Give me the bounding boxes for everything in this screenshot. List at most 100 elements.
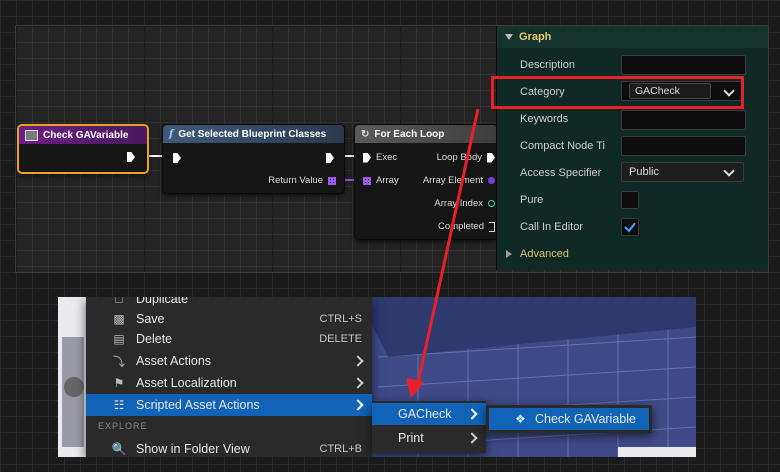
row-label: Call In Editor bbox=[520, 220, 583, 233]
pin-icon bbox=[488, 177, 495, 184]
shortcut-label: CTRL+B bbox=[319, 443, 363, 455]
submenu-item-check-gavariable[interactable]: ❖ Check GAVariable bbox=[489, 408, 649, 430]
asset-context-menu: □ Duplicate ▩ Save CTRL+S ▤ Delete DELET… bbox=[86, 297, 372, 457]
array-pin-icon bbox=[328, 176, 336, 185]
chevron-right-icon bbox=[352, 399, 364, 411]
pin-label: Loop Body bbox=[436, 152, 482, 163]
menu-item-asset-actions[interactable]: ⤵ Asset Actions bbox=[86, 350, 372, 372]
function-icon bbox=[25, 129, 38, 141]
menu-item-label: Asset Actions bbox=[136, 354, 212, 368]
script-icon: ☷ bbox=[113, 398, 125, 412]
scripted-actions-submenu: GACheck Print bbox=[372, 401, 486, 453]
pin-icon bbox=[488, 200, 495, 207]
folder-search-icon: 🔍 bbox=[111, 442, 127, 456]
save-icon: ▩ bbox=[113, 312, 125, 326]
node-header: ↻ For Each Loop bbox=[355, 125, 497, 143]
compact-node-title-field[interactable] bbox=[621, 136, 746, 156]
pure-row: Pure bbox=[497, 186, 768, 213]
keywords-field[interactable] bbox=[621, 110, 746, 130]
node-title: Get Selected Blueprint Classes bbox=[178, 128, 327, 140]
exec-out-pin[interactable] bbox=[127, 152, 135, 162]
dropdown-value: Public bbox=[629, 166, 659, 178]
compact-node-title-row: Compact Node Ti bbox=[497, 132, 768, 159]
menu-item-label: Scripted Asset Actions bbox=[136, 398, 260, 412]
loop-body-pin[interactable]: Loop Body bbox=[437, 152, 495, 163]
return-value-pin[interactable]: Return Value bbox=[268, 175, 336, 186]
menu-item-label: Save bbox=[136, 312, 165, 326]
row-label: Keywords bbox=[520, 112, 569, 125]
pin-label: Completed bbox=[438, 221, 484, 232]
menu-item-delete[interactable]: ▤ Delete DELETE bbox=[86, 328, 372, 350]
node-title: For Each Loop bbox=[374, 128, 445, 140]
row-label: Description bbox=[520, 58, 576, 71]
call-in-editor-row: Call In Editor bbox=[497, 213, 768, 240]
shortcut-label: CTRL+S bbox=[319, 313, 363, 325]
keywords-row: Keywords bbox=[497, 105, 768, 132]
duplicate-icon: □ bbox=[115, 297, 123, 306]
chevron-down-icon bbox=[723, 165, 735, 177]
wrench-icon: ⤵ bbox=[112, 354, 125, 369]
pin-label: Exec bbox=[376, 152, 398, 163]
access-specifier-dropdown[interactable]: Public bbox=[621, 162, 744, 182]
chevron-right-icon bbox=[466, 408, 478, 420]
node-header: f Get Selected Blueprint Classes bbox=[163, 125, 344, 143]
trash-icon: ▤ bbox=[113, 332, 125, 346]
exec-icon bbox=[487, 152, 495, 163]
completed-pin[interactable]: Completed bbox=[438, 221, 495, 232]
exec-in-pin[interactable] bbox=[173, 153, 181, 163]
array-index-pin[interactable]: Array Index bbox=[434, 198, 495, 209]
flag-icon: ⚑ bbox=[113, 376, 125, 390]
node-header: Check GAVariable bbox=[19, 126, 147, 144]
array-pin-icon bbox=[363, 176, 371, 185]
row-label: Compact Node Ti bbox=[520, 139, 605, 152]
function-icon: f bbox=[169, 128, 174, 140]
pin-label: Array Index bbox=[434, 198, 483, 209]
function-diamond-icon: ❖ bbox=[515, 412, 526, 426]
row-label: Pure bbox=[520, 193, 544, 206]
menu-item-label: GACheck bbox=[398, 407, 452, 421]
node-for-each-loop[interactable]: ↻ For Each Loop Exec Array Loop Body Arr… bbox=[354, 124, 498, 240]
category-highlight-box bbox=[491, 76, 744, 109]
chevron-right-icon bbox=[352, 355, 364, 367]
row-label: Access Specifier bbox=[520, 166, 602, 179]
checkmark-icon bbox=[624, 222, 636, 233]
pin-label: Array bbox=[376, 175, 399, 186]
graph-section-header[interactable]: Graph bbox=[497, 26, 768, 48]
menu-item-scripted-asset-actions[interactable]: ☷ Scripted Asset Actions bbox=[86, 394, 372, 416]
gacheck-submenu: ❖ Check GAVariable bbox=[486, 405, 652, 433]
menu-item-show-in-folder-view[interactable]: 🔍 Show in Folder View CTRL+B bbox=[86, 438, 372, 457]
array-in-pin[interactable]: Array bbox=[363, 175, 399, 186]
description-row: Description bbox=[497, 51, 768, 78]
array-element-pin[interactable]: Array Element bbox=[423, 175, 495, 186]
call-in-editor-checkbox[interactable] bbox=[621, 218, 639, 236]
node-get-selected-blueprint-classes[interactable]: f Get Selected Blueprint Classes Return … bbox=[162, 124, 345, 194]
collapse-arrow-icon bbox=[505, 34, 513, 40]
advanced-label: Advanced bbox=[520, 247, 569, 260]
pure-checkbox[interactable] bbox=[621, 191, 639, 209]
menu-item-save[interactable]: ▩ Save CTRL+S bbox=[86, 308, 372, 330]
pin-label: Return Value bbox=[268, 175, 323, 186]
section-title: Graph bbox=[519, 31, 552, 43]
exec-out-pin[interactable] bbox=[326, 153, 334, 163]
access-specifier-row: Access Specifier Public bbox=[497, 159, 768, 186]
node-title: Check GAVariable bbox=[43, 129, 129, 141]
explore-section-heading: EXPLORE bbox=[98, 421, 148, 431]
loop-icon: ↻ bbox=[361, 128, 370, 140]
details-panel: Graph Description Category GACheck Keywo… bbox=[496, 26, 768, 270]
menu-item-label: Duplicate bbox=[136, 297, 189, 306]
chevron-right-icon bbox=[352, 377, 364, 389]
advanced-row[interactable]: Advanced bbox=[497, 240, 768, 267]
menu-item-label: Asset Localization bbox=[136, 376, 237, 390]
pin-label: Array Element bbox=[422, 175, 483, 186]
exec-in-pin[interactable]: Exec bbox=[363, 152, 397, 163]
menu-item-label: Print bbox=[398, 431, 424, 445]
menu-item-label: Check GAVariable bbox=[535, 412, 636, 426]
description-field[interactable] bbox=[621, 55, 746, 75]
shortcut-label: DELETE bbox=[319, 333, 362, 345]
submenu-item-print[interactable]: Print bbox=[372, 427, 486, 449]
expand-arrow-icon bbox=[506, 249, 512, 258]
menu-item-asset-localization[interactable]: ⚑ Asset Localization bbox=[86, 372, 372, 394]
exec-icon bbox=[363, 152, 371, 163]
submenu-item-gacheck[interactable]: GACheck bbox=[372, 403, 486, 425]
node-check-gavariable[interactable]: Check GAVariable bbox=[17, 124, 149, 174]
